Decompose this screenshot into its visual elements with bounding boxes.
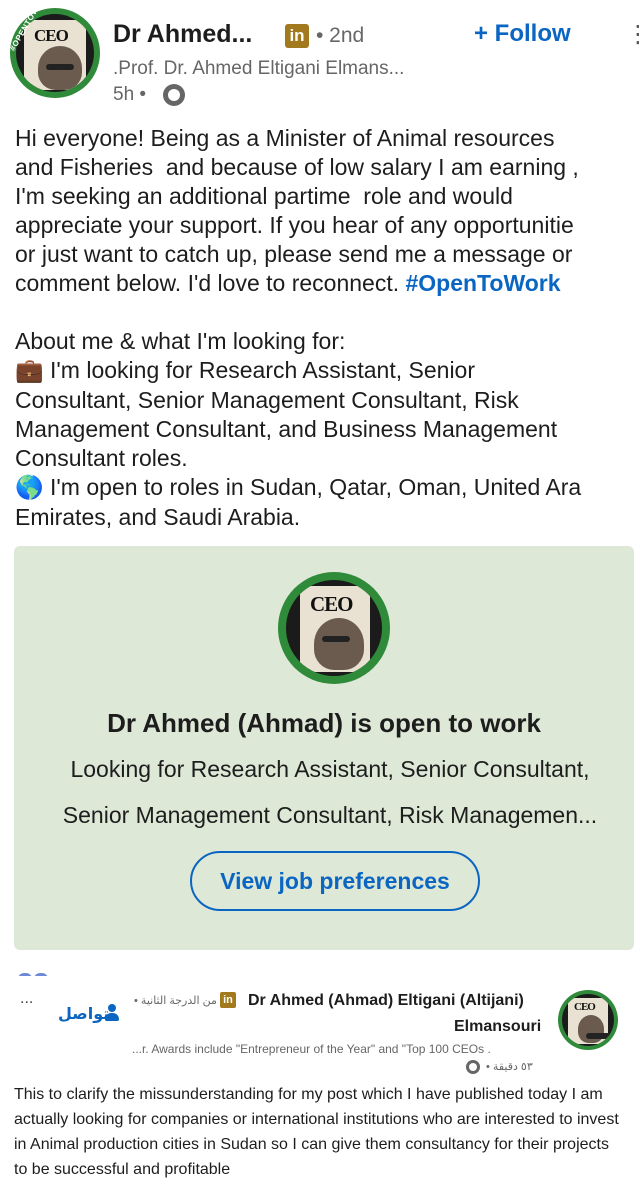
author-name[interactable]: Dr Ahmed... xyxy=(113,20,252,49)
author-avatar[interactable]: CEO xyxy=(558,990,618,1050)
card-avatar: CEO xyxy=(278,572,390,684)
author-name-continued[interactable]: Elmansouri xyxy=(454,1018,541,1036)
open-to-work-roles-line-1: Looking for Research Assistant, Senior C… xyxy=(70,756,590,782)
globe-emoji-icon: 🌎 xyxy=(15,475,44,501)
more-options-icon[interactable]: ... xyxy=(20,990,33,1008)
post-heading: About me & what I'm looking for: xyxy=(15,328,346,354)
card-magazine-title: CEO xyxy=(310,592,354,616)
more-options-icon[interactable]: ⋮ xyxy=(626,20,639,49)
card-avatar-photo: CEO xyxy=(286,580,382,676)
post-card: CEO #OPENTOWORK Dr Ahmed... in • 2nd + F… xyxy=(0,0,639,979)
post-timestamp: 5h • xyxy=(113,84,147,105)
briefcase-icon: 💼 xyxy=(15,358,44,384)
author-name[interactable]: Dr Ahmed (Ahmad) Eltigani (Altijani) xyxy=(248,992,524,1010)
magazine-title: CEO xyxy=(574,1001,596,1013)
author-headline: .Prof. Dr. Ahmed Eltigani Elmans... xyxy=(113,58,405,79)
follow-button[interactable]: + Follow xyxy=(474,20,571,48)
linkedin-icon: in xyxy=(220,992,236,1008)
magazine-cover: CEO xyxy=(568,998,614,1044)
open-to-work-title: Dr Ahmed (Ahmad) is open to work xyxy=(107,708,541,738)
open-to-work-card[interactable]: CEO Dr Ahmed (Ahmad) is open to work Loo… xyxy=(14,546,634,950)
view-job-preferences-button[interactable]: View job preferences xyxy=(190,851,480,911)
post-timestamp: • ٥٣ دقيقة xyxy=(486,1061,533,1073)
linkedin-icon: in xyxy=(285,24,309,48)
globe-icon xyxy=(163,84,185,106)
locations-text: I'm open to roles in Sudan, Qatar, Oman,… xyxy=(15,474,582,530)
connection-degree: • من الدرجة الثانية xyxy=(134,995,217,1007)
portrait xyxy=(578,1015,614,1043)
connect-button[interactable]: تواصل xyxy=(58,1004,109,1024)
reaction-icons xyxy=(18,966,58,979)
post-body: This to clarify the missunderstanding fo… xyxy=(14,1086,619,1178)
author-headline: ...r. Awards include "Entrepreneur of th… xyxy=(132,1042,491,1056)
roles-text: I'm looking for Research Assistant, Seni… xyxy=(15,357,558,471)
connection-degree: • 2nd xyxy=(316,24,365,47)
add-person-icon[interactable] xyxy=(104,1004,120,1022)
card-magazine-cover: CEO xyxy=(300,586,370,672)
card-portrait xyxy=(314,618,364,670)
author-avatar[interactable]: CEO #OPENTOWORK xyxy=(8,0,100,98)
hashtag-link[interactable]: #OpenToWork xyxy=(405,270,560,296)
avatar-photo: CEO xyxy=(562,994,614,1046)
globe-icon xyxy=(466,1060,480,1074)
clarification-post: ... تواصل • من الدرجة الثانية in Dr Ahme… xyxy=(0,976,639,1200)
post-body: Hi everyone! Being as a Minister of Anim… xyxy=(15,124,639,532)
open-to-work-roles-line-2: Senior Management Consultant, Risk Manag… xyxy=(62,802,598,828)
